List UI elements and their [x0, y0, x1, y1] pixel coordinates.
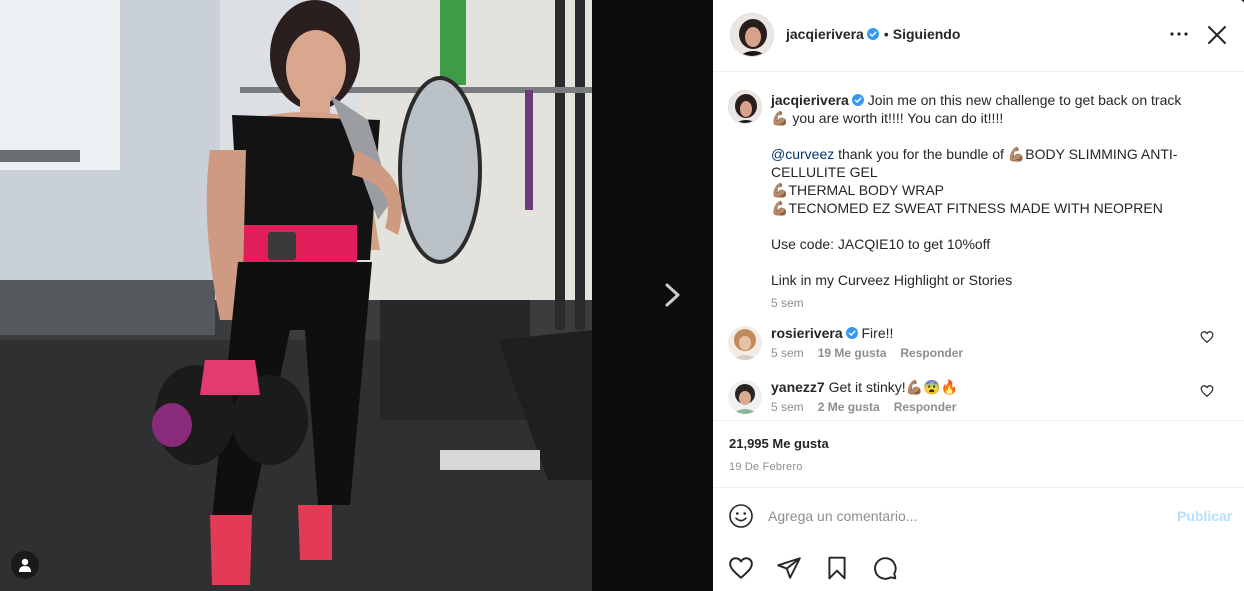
comment-meta: 5 sem 19 Me gusta Responder: [771, 346, 977, 360]
post-header: jacqierivera • Siguiendo: [713, 0, 1244, 72]
paper-plane-icon: [777, 557, 801, 579]
heart-icon: [1200, 385, 1214, 398]
follow-status-button[interactable]: Siguiendo: [893, 26, 961, 42]
avatar[interactable]: [730, 13, 774, 57]
caption-spacer: [771, 253, 1191, 271]
comment-input[interactable]: [768, 505, 1148, 527]
save-button[interactable]: [824, 555, 850, 581]
reply-button[interactable]: Responder: [900, 346, 963, 360]
heart-icon: [729, 557, 753, 579]
caption-spacer: [771, 127, 1191, 145]
caption-line: thank you for the bundle of: [834, 146, 1008, 162]
commenter-picture: [728, 380, 762, 414]
share-button[interactable]: [776, 555, 802, 581]
add-comment-bar: Publicar: [713, 487, 1244, 543]
post-author: jacqierivera • Siguiendo: [786, 26, 960, 42]
profile-picture: [729, 91, 761, 123]
fire-icon: 🔥: [940, 379, 958, 395]
caption-line: you are worth it!!!! You can do it!!!!: [792, 110, 1004, 126]
product-name: THERMAL BODY WRAP: [788, 182, 945, 198]
avatar[interactable]: [728, 380, 762, 414]
post-date[interactable]: 19 De Febrero: [729, 461, 803, 473]
comment-likes[interactable]: 19 Me gusta: [818, 346, 887, 360]
comment-item: rosierivera Fire!! 5 sem 19 Me gusta Respo…: [713, 324, 1244, 364]
publish-comment-button[interactable]: Publicar: [1177, 508, 1232, 524]
gym-selfie-image: [0, 0, 592, 591]
promo-code-line: Use code: JACQIE10 to get 10%off: [771, 236, 991, 252]
chevron-right-icon: [665, 283, 680, 307]
comment-time[interactable]: 5 sem: [771, 400, 804, 414]
comment-text: yanezz7 Get it stinky!💪🏽😨🔥: [771, 378, 1151, 396]
post-photo[interactable]: [0, 0, 592, 591]
reply-button[interactable]: Responder: [894, 400, 957, 414]
anxious-face-icon: 😨: [923, 379, 941, 395]
flexed-biceps-icon: 💪🏽: [771, 182, 789, 198]
flexed-biceps-icon: 💪🏽: [771, 110, 789, 126]
comment-likes[interactable]: 2 Me gusta: [818, 400, 880, 414]
close-icon: [1208, 26, 1226, 44]
header-separator: •: [883, 26, 889, 42]
close-button[interactable]: [1203, 21, 1231, 49]
comment-text: rosierivera Fire!!: [771, 324, 1151, 342]
comment-item: yanezz7 Get it stinky!💪🏽😨🔥 5 sem 2 Me gus…: [713, 378, 1244, 418]
commenter-picture: [728, 326, 762, 360]
heart-icon: [1200, 331, 1214, 344]
comment-body: Fire!!: [861, 325, 894, 341]
caption-timestamp[interactable]: 5 sem: [771, 296, 804, 310]
caption-spacer: [771, 217, 1191, 235]
flexed-biceps-icon: 💪🏽: [1007, 146, 1026, 162]
likes-count[interactable]: 21,995 Me gusta: [729, 436, 829, 451]
caption-line: Join me on this new challenge to get bac…: [867, 92, 1182, 108]
comment-username[interactable]: yanezz7: [771, 379, 825, 395]
post-stats: 21,995 Me gusta 19 De Febrero: [713, 420, 1244, 487]
like-comment-button[interactable]: [1200, 330, 1214, 344]
verified-badge-icon: [866, 27, 879, 40]
caption-username[interactable]: jacqierivera: [771, 92, 849, 108]
avatar[interactable]: [728, 90, 762, 124]
profile-picture: [731, 14, 773, 56]
comment-time[interactable]: 5 sem: [771, 346, 804, 360]
caption-text: jacqierivera Join me on this new challen…: [771, 91, 1191, 289]
verified-badge-icon: [845, 325, 858, 339]
comment-meta: 5 sem 2 Me gusta Responder: [771, 400, 970, 414]
author-username[interactable]: jacqierivera: [786, 26, 864, 42]
post-details-panel: jacqierivera • Siguiendo jacqierivera Jo…: [713, 0, 1244, 591]
comment-bubble-icon: [874, 557, 897, 580]
bookmark-icon: [828, 556, 846, 580]
emoji-picker-button[interactable]: [728, 503, 754, 529]
avatar[interactable]: [728, 326, 762, 360]
like-comment-button[interactable]: [1200, 384, 1214, 398]
link-line: Link in my Curveez Highlight or Stories: [771, 272, 1013, 288]
emoji-icon: [729, 504, 753, 528]
flexed-biceps-icon: 💪🏽: [771, 200, 789, 216]
more-options-icon: [1170, 32, 1188, 36]
more-options-button[interactable]: [1167, 24, 1191, 44]
post-media: [0, 0, 713, 591]
like-button[interactable]: [728, 555, 754, 581]
user-tag-icon: [19, 558, 31, 572]
verified-badge-icon: [851, 92, 864, 106]
comment-username[interactable]: rosierivera: [771, 325, 843, 341]
next-media-button[interactable]: [658, 278, 688, 312]
user-tag-button[interactable]: [11, 551, 39, 579]
post-modal: jacqierivera • Siguiendo jacqierivera Jo…: [0, 0, 1244, 591]
product-name: TECNOMED EZ SWEAT FITNESS MADE WITH NEOP…: [788, 200, 1163, 216]
comment-body: Get it stinky!: [828, 379, 906, 395]
post-actions: [713, 543, 1244, 591]
flexed-biceps-icon: 💪🏽: [905, 379, 924, 395]
mention-link[interactable]: @curveez: [771, 146, 834, 162]
comment-button[interactable]: [872, 555, 898, 581]
